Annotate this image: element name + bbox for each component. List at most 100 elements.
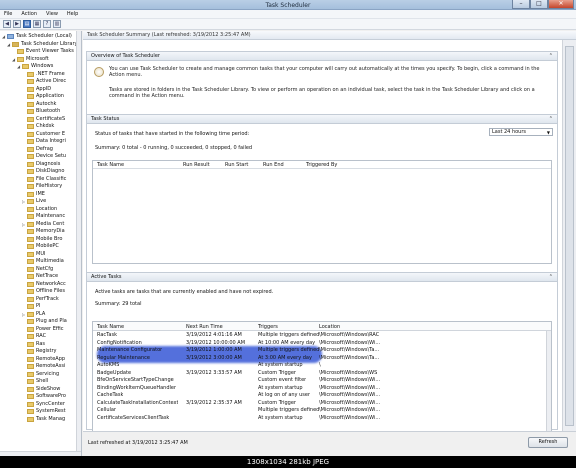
tree-node[interactable]: File Classific [22, 176, 66, 184]
tree-node[interactable]: Customer E [22, 131, 65, 139]
tree-node[interactable]: Autochk [22, 101, 56, 109]
column-header[interactable]: Run End [263, 162, 284, 168]
tree-node[interactable]: NetworkAcc [22, 281, 66, 289]
tree-node[interactable]: SoftwarePro [22, 393, 66, 401]
column-header[interactable]: Task Name [97, 324, 124, 330]
collapse-icon[interactable]: ⌃ [549, 115, 553, 124]
menu-action[interactable]: Action [21, 11, 37, 17]
tree-node[interactable]: Task Manag [22, 416, 65, 424]
tree-node[interactable]: NetCfg [22, 266, 53, 274]
tree-node[interactable]: MemoryDia [22, 228, 65, 236]
tree-node[interactable]: ◢ Windows [17, 63, 53, 71]
table-row[interactable]: RacTask 3/19/2012 4:01:16 AM Multiple trig… [93, 332, 549, 339]
menu-help[interactable]: Help [67, 11, 78, 17]
tree-node[interactable]: ◢ Task Scheduler (Local) [2, 33, 72, 41]
tree-node[interactable]: Location [22, 206, 57, 214]
tree-node[interactable]: AppID [22, 86, 51, 94]
maximize-button[interactable]: □ [530, 0, 548, 9]
tree-node[interactable]: Offline Files [22, 288, 65, 296]
menu-file[interactable]: File [4, 11, 12, 17]
collapse-icon[interactable]: ⌃ [549, 52, 553, 61]
table-row[interactable]: AutoKMS At system startup \ [93, 362, 549, 369]
close-button[interactable]: ✕ [548, 0, 574, 9]
tree-node[interactable]: Ras [22, 341, 45, 349]
tree-node[interactable]: DiskDiagno [22, 168, 64, 176]
tree-node[interactable]: PI [22, 303, 41, 311]
tree-vertical-scrollbar[interactable] [76, 31, 81, 456]
tree-node[interactable]: SystemRest [22, 408, 66, 416]
tree-node[interactable]: Data Integri [22, 138, 66, 146]
help-icon[interactable]: ? [43, 20, 51, 28]
tree-node[interactable]: ◢ Microsoft [12, 56, 49, 64]
refresh-button[interactable]: Refresh [528, 437, 568, 448]
table-row[interactable]: BindingWorkItemQueueHandler At system sta… [93, 385, 549, 392]
action-pane-icon[interactable]: ▥ [53, 20, 61, 28]
tree-node[interactable]: ◢ Task Scheduler Library [7, 41, 77, 49]
tree-node[interactable]: RemoteApp [22, 356, 65, 364]
collapse-icon[interactable]: ⌃ [549, 273, 553, 282]
tree-node[interactable]: PerfTrack [22, 296, 59, 304]
table-row[interactable]: ConfigNotification 3/19/2012 10:00:00 AM A… [93, 340, 549, 347]
console-tree-icon[interactable]: ▤ [23, 20, 31, 28]
active-tasks-header[interactable]: Active Tasks ⌃ [87, 273, 557, 282]
active-tasks-grid[interactable]: Task Name Next Run Time Triggers Locatio… [92, 321, 552, 433]
properties-icon[interactable]: ▦ [33, 20, 41, 28]
tree-node[interactable]: CertificateS [22, 116, 65, 124]
task-status-grid[interactable]: Task Name Run Result Run Start Run End T… [92, 160, 552, 264]
tree-node[interactable]: .NET Frame [22, 71, 65, 79]
tree-node[interactable]: Device Setu [22, 153, 66, 161]
tree-node[interactable]: Diagnosis [22, 161, 60, 169]
tree-node[interactable]: Defrag [22, 146, 53, 154]
table-row[interactable]: BadgeUpdate 3/19/2012 3:33:57 AM Custom Tr… [93, 370, 549, 377]
minimize-button[interactable]: – [512, 0, 530, 9]
summary-scrollbar[interactable] [562, 40, 576, 431]
tree-node[interactable]: ▷ Live [22, 198, 46, 206]
tree-node[interactable]: Event Viewer Tasks [12, 48, 74, 56]
table-row[interactable]: Maintenance Configurator 3/19/2012 1:00:0… [93, 347, 549, 354]
column-header[interactable]: Run Result [183, 162, 210, 168]
tree-node[interactable]: ▷ Media Cent [22, 221, 64, 229]
table-row[interactable]: CertificateServicesClientTask At system s… [93, 415, 549, 422]
back-icon[interactable]: ◀ [3, 20, 11, 28]
tree-node[interactable]: Chkdsk [22, 123, 54, 131]
column-header[interactable]: Next Run Time [186, 324, 223, 330]
column-header[interactable]: Task Name [97, 162, 124, 168]
forward-icon[interactable]: ▶ [13, 20, 21, 28]
tree-node[interactable]: RemoteAssi [22, 363, 65, 371]
tree-node[interactable]: Power Effic [22, 326, 63, 334]
menu-view[interactable]: View [46, 11, 58, 17]
tree-node[interactable]: MobilePC [22, 243, 59, 251]
overview-header[interactable]: Overview of Task Scheduler ⌃ [87, 52, 557, 61]
tree-node[interactable]: Shell [22, 378, 48, 386]
tree-node[interactable]: Servicing [22, 371, 59, 379]
table-row[interactable]: Regular Maintenance 3/19/2012 3:00:00 AM A… [93, 355, 549, 362]
tree-node[interactable]: MUI [22, 251, 45, 259]
time-period-select[interactable]: Last 24 hours ▼ [489, 128, 553, 136]
tree-node[interactable]: FileHistory [22, 183, 62, 191]
tree-node[interactable]: ▷ PLA [22, 311, 45, 319]
table-row[interactable]: BfeOnServiceStartTypeChange Custom event … [93, 377, 549, 384]
tree-node[interactable]: Bluetooth [22, 108, 60, 116]
active-tasks-scrollbar[interactable] [546, 331, 551, 432]
tree-node[interactable]: IME [22, 191, 45, 199]
tree-node[interactable]: Registry [22, 348, 56, 356]
tree-node[interactable]: Multimedia [22, 258, 64, 266]
table-row[interactable]: Cellular Multiple triggers defined \Micros… [93, 407, 549, 414]
tree-node[interactable]: Active Direc [22, 78, 66, 86]
tree-node[interactable]: SyncCenter [22, 401, 65, 409]
column-header[interactable]: Location [319, 324, 340, 330]
scrollbar-thumb[interactable] [565, 46, 574, 426]
tree-node[interactable]: Plug and Pla [22, 318, 67, 326]
tree-node[interactable]: NetTrace [22, 273, 58, 281]
tree-node[interactable]: SideShow [22, 386, 60, 394]
tree-node[interactable]: Maintenanc [22, 213, 65, 221]
tree-node[interactable]: Mobile Bro [22, 236, 62, 244]
table-row[interactable]: CalculateTaskInstallationContext 3/19/201… [93, 400, 549, 407]
task-status-header[interactable]: Task Status ⌃ [87, 115, 557, 124]
table-row[interactable]: CacheTask At log on of any user \Microsoft… [93, 392, 549, 399]
tree-node[interactable]: Application [22, 93, 64, 101]
column-header[interactable]: Triggers [258, 324, 278, 330]
tree-node[interactable]: RAC [22, 333, 46, 341]
column-header[interactable]: Run Start [225, 162, 248, 168]
column-header[interactable]: Triggered By [306, 162, 337, 168]
